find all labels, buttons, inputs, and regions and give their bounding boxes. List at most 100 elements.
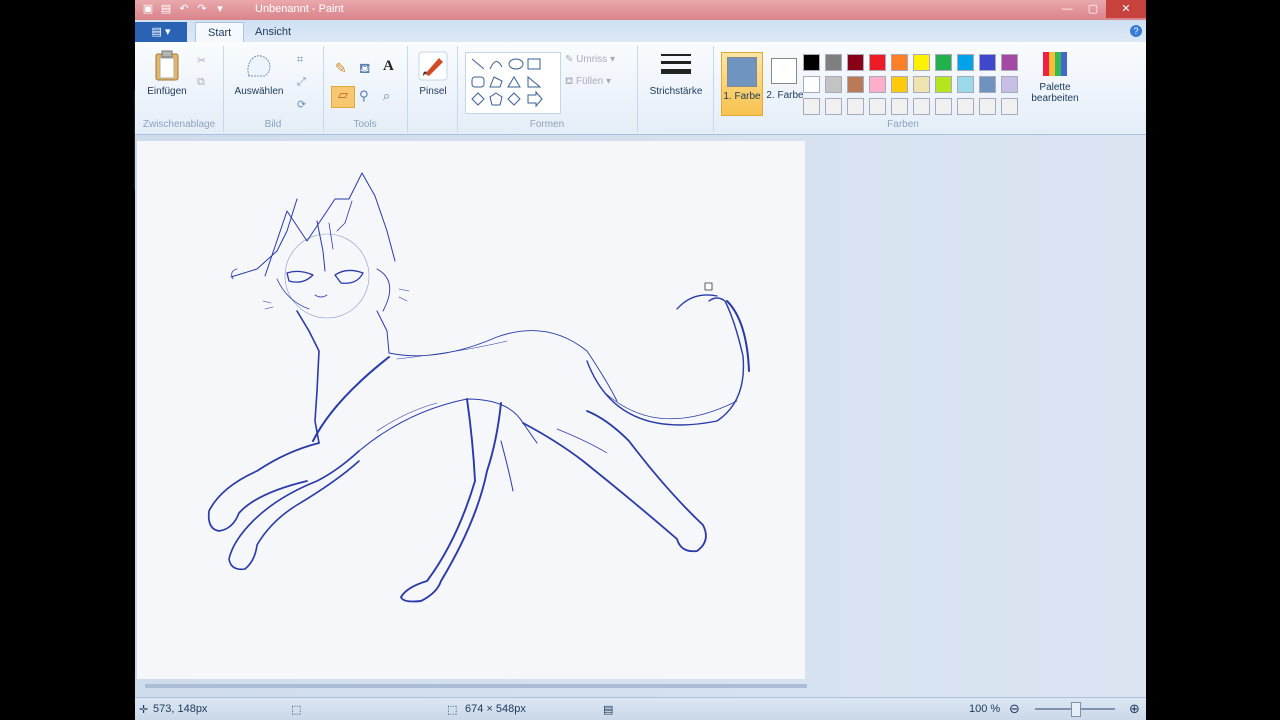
palette-swatch[interactable] [1001,54,1018,71]
palette-swatch[interactable] [913,98,930,115]
palette-swatch[interactable] [935,98,952,115]
palette-edit-icon [1043,52,1067,76]
zoom-in-button[interactable]: ⊕ [1129,701,1140,717]
group-label-image: Bild [264,119,282,130]
redo-icon[interactable]: ↷ [195,2,209,16]
palette-swatch[interactable] [979,54,996,71]
color-palette [803,54,1018,115]
fill-dropdown[interactable]: ⛾ Füllen ▾ [565,76,611,89]
zoom-out-button[interactable]: ⊖ [1009,701,1020,717]
palette-swatch[interactable] [891,98,908,115]
edit-palette-button[interactable]: Palette bearbeiten [1025,50,1085,104]
canvas-size-icon: ⬚ [447,704,458,716]
save-icon[interactable]: ▤ [159,2,173,16]
color1-swatch [727,57,757,87]
palette-swatch[interactable] [913,54,930,71]
color2-swatch [771,58,797,84]
shapes-icons [471,58,543,108]
group-label-clipboard: Zwischenablage [142,119,216,130]
cat-sketch [207,172,750,603]
close-button[interactable]: ✕ [1106,0,1146,18]
tab-start[interactable]: Start [195,22,245,43]
workspace [135,135,1146,697]
tab-view[interactable]: Ansicht [243,22,303,42]
cut-icon[interactable]: ✂ [197,54,213,70]
group-tools: ✎ ⛾ A ▱ ⚲ ⌕ Tools [323,46,408,132]
palette-swatch[interactable] [913,76,930,93]
palette-swatch[interactable] [957,54,974,71]
palette-swatch[interactable] [891,54,908,71]
undo-icon[interactable]: ↶ [177,2,191,16]
palette-swatch[interactable] [825,98,842,115]
text-icon[interactable]: A [383,58,399,74]
select-lasso-icon [247,55,271,77]
palette-swatch[interactable] [825,76,842,93]
cursor-position-icon: ✛ [139,704,149,716]
canvas-resize-edge[interactable] [145,684,807,688]
cursor-position: 573, 148px [153,703,208,715]
fill-bucket-icon[interactable]: ⛾ [359,60,375,76]
paint-window: ▣ ▤ ↶ ↷ ▾ Unbenannt - Paint — ▢ ✕ ▤ ▾ St… [135,0,1146,720]
clipboard-icon [155,50,179,81]
selection-size-icon: ⬚ [291,704,302,716]
canvas-size: 674 × 548px [465,703,526,715]
palette-swatch[interactable] [979,98,996,115]
palette-swatch[interactable] [869,54,886,71]
color1-button[interactable]: 1. Farbe [721,52,763,116]
palette-swatch[interactable] [825,54,842,71]
pencil-icon[interactable]: ✎ [335,60,351,76]
palette-swatch[interactable] [803,98,820,115]
color1-label: 1. Farbe [723,91,761,102]
drawing-canvas[interactable] [137,141,805,679]
palette-swatch[interactable] [891,76,908,93]
eraser-icon[interactable]: ▱ [331,86,355,108]
quick-access-toolbar: ▣ ▤ ↶ ↷ ▾ [141,2,227,18]
palette-swatch[interactable] [847,98,864,115]
color2-label: 2. Farbe [766,90,804,101]
maximize-button[interactable]: ▢ [1080,0,1106,18]
zoom-level: 100 % [969,703,1001,715]
palette-swatch[interactable] [869,98,886,115]
palette-swatch[interactable] [979,76,996,93]
group-label-colors: Farben [887,119,919,130]
palette-swatch[interactable] [847,54,864,71]
color2-button[interactable]: 2. Farbe [765,52,805,114]
color-picker-icon[interactable]: ⚲ [359,88,375,104]
ribbon: Einfügen ✂ ⧉ Zwischenablage Auswählen ⌗ … [135,42,1146,135]
zoom-slider-thumb[interactable] [1071,702,1081,717]
window-controls: — ▢ ✕ [1054,0,1146,18]
stroke-size-button[interactable]: Strichstärke [643,50,709,97]
rotate-icon[interactable]: ⟳ [297,98,313,114]
palette-swatch[interactable] [957,98,974,115]
resize-icon[interactable]: ⤢ [297,76,313,92]
palette-swatch[interactable] [803,54,820,71]
palette-swatch[interactable] [869,76,886,93]
magnifier-icon[interactable]: ⌕ [383,88,399,104]
crop-icon[interactable]: ⌗ [297,54,313,70]
shapes-gallery[interactable] [465,52,561,114]
brush-button[interactable]: Pinsel [413,50,453,97]
group-image: Auswählen ⌗ ⤢ ⟳ Bild [223,46,324,132]
stroke-size-icon [661,54,691,74]
paste-button[interactable]: Einfügen [143,50,191,97]
select-button[interactable]: Auswählen [229,50,289,97]
status-bar: ✛ 573, 148px ⬚ ⬚ 674 × 548px ▤ 100 % ⊖ ⊕ [135,697,1146,720]
palette-swatch[interactable] [957,76,974,93]
customize-chevron-icon[interactable]: ▾ [213,2,227,16]
file-size-icon: ▤ [603,704,614,716]
minimize-button[interactable]: — [1054,0,1080,18]
palette-swatch[interactable] [1001,98,1018,115]
palette-swatch[interactable] [935,54,952,71]
outline-dropdown[interactable]: ✎ Umriss ▾ [565,54,615,65]
help-icon[interactable]: ? [1130,25,1142,37]
paint-app-icon[interactable]: ▣ [141,2,155,16]
title-bar: ▣ ▤ ↶ ↷ ▾ Unbenannt - Paint — ▢ ✕ [135,0,1146,20]
palette-swatch[interactable] [1001,76,1018,93]
palette-swatch[interactable] [803,76,820,93]
copy-icon[interactable]: ⧉ [197,76,213,92]
palette-swatch[interactable] [935,76,952,93]
brush-icon [418,51,448,81]
palette-swatch[interactable] [847,76,864,93]
app-menu-button[interactable]: ▤ ▾ [135,22,187,42]
group-label-tools: Tools [353,119,377,130]
